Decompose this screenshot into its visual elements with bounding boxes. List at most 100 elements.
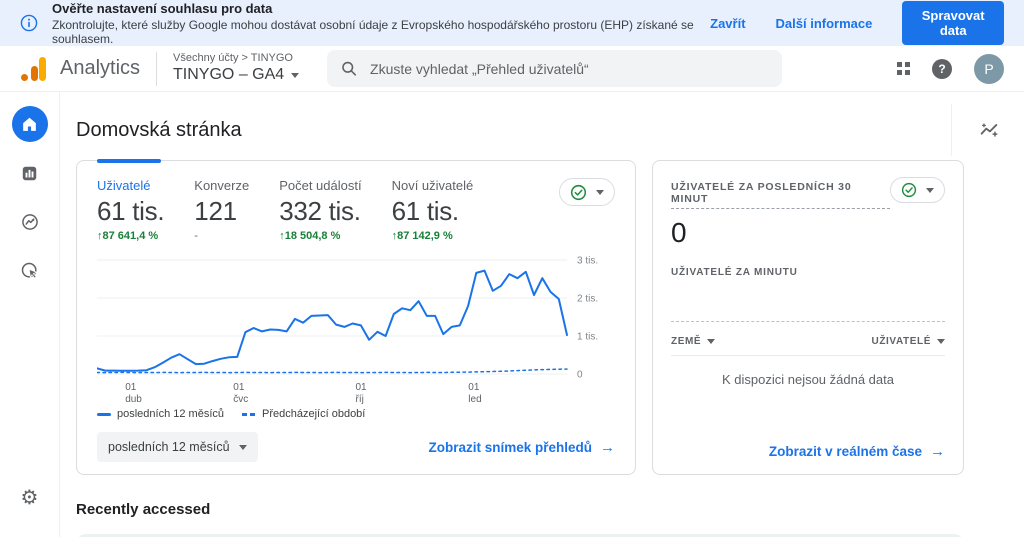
search-icon bbox=[342, 61, 357, 76]
chevron-down-icon bbox=[291, 72, 300, 78]
country-column-header[interactable]: ZEMĚ bbox=[671, 336, 716, 347]
realtime-quality-dropdown[interactable] bbox=[890, 177, 945, 203]
users-line-chart: 3 tis. 2 tis. 1 tis. 0 01 dub 01 čvc 01 říj 01 led bbox=[97, 256, 615, 406]
search-input[interactable] bbox=[370, 60, 769, 77]
metric-value: 121 bbox=[194, 196, 237, 226]
metric-tab-new-users[interactable]: Noví uživatelé 61 tis. ↑87 142,9 % bbox=[392, 178, 474, 242]
avatar[interactable]: P bbox=[974, 53, 1004, 84]
banner-title: Ověřte nastavení souhlasu pro data bbox=[52, 0, 273, 16]
metric-tab-conversions[interactable]: Konverze 121 - bbox=[194, 178, 249, 242]
chart-legend: posledních 12 měsíců Předcházející obdob… bbox=[97, 408, 615, 420]
users-per-minute-label: UŽIVATELÉ ZA MINUTU bbox=[671, 267, 798, 278]
more-info-link[interactable]: Další informace bbox=[776, 16, 873, 31]
apps-grid-icon[interactable] bbox=[897, 62, 910, 75]
column-label: ZEMĚ bbox=[671, 336, 702, 347]
overview-card: Uživatelé 61 tis. ↑87 641,4 % Konverze 1… bbox=[76, 159, 636, 475]
svg-text:dub: dub bbox=[125, 394, 142, 405]
banner-subtitle: Zkontrolujte, které služby Google mohou … bbox=[52, 17, 694, 46]
date-range-dropdown[interactable]: posledních 12 měsíců bbox=[97, 432, 258, 462]
info-icon bbox=[20, 14, 38, 32]
metric-delta: ↑18 504,8 % bbox=[279, 230, 341, 242]
insights-sparkline-icon bbox=[980, 123, 998, 137]
home-icon bbox=[23, 117, 36, 131]
brand-name: Analytics bbox=[60, 57, 141, 79]
metric-tab-users[interactable]: Uživatelé 61 tis. ↑87 641,4 % bbox=[97, 178, 165, 242]
gear-icon[interactable]: ⚙ bbox=[21, 485, 39, 509]
realtime-user-count: 0 bbox=[671, 217, 687, 248]
analytics-logo-icon bbox=[20, 56, 50, 81]
link-label: Zobrazit snímek přehledů bbox=[428, 439, 592, 455]
metric-label: Počet událostí bbox=[279, 178, 362, 193]
chevron-down-icon bbox=[238, 444, 247, 450]
consent-banner: Ověřte nastavení souhlasu pro data Zkont… bbox=[0, 0, 1024, 46]
svg-text:3 tis.: 3 tis. bbox=[577, 256, 598, 267]
link-label: Zobrazit v reálném čase bbox=[768, 444, 922, 459]
metric-value: 61 tis. bbox=[391, 196, 460, 226]
date-range-value: posledních 12 měsíců bbox=[108, 440, 230, 454]
svg-text:01: 01 bbox=[125, 382, 137, 393]
search-bar[interactable] bbox=[327, 50, 783, 87]
help-icon[interactable]: ? bbox=[932, 58, 952, 79]
legend-item-previous: Předcházející období bbox=[242, 408, 365, 420]
status-ok-icon bbox=[901, 182, 917, 198]
svg-text:01: 01 bbox=[356, 382, 368, 393]
dismiss-banner-button[interactable]: Zavřít bbox=[710, 16, 745, 31]
svg-text:čvc: čvc bbox=[233, 394, 248, 405]
recently-accessed-title: Recently accessed bbox=[76, 501, 211, 518]
status-ok-icon bbox=[570, 184, 587, 200]
realtime-card: UŽIVATELÉ ZA POSLEDNÍCH 30 MINUT 0 UŽIVA… bbox=[652, 160, 964, 475]
legend-label: Předcházející období bbox=[262, 408, 366, 420]
svg-text:led: led bbox=[468, 394, 481, 405]
metric-value: 332 tis. bbox=[279, 196, 361, 226]
view-realtime-link[interactable]: Zobrazit v reálném čase → bbox=[769, 443, 945, 460]
sidebar-item-explore[interactable] bbox=[12, 204, 48, 240]
per-minute-sparkline bbox=[671, 280, 945, 322]
legend-label: posledních 12 měsíců bbox=[117, 408, 225, 420]
data-quality-dropdown[interactable] bbox=[559, 178, 615, 206]
svg-text:01: 01 bbox=[233, 382, 245, 393]
column-label: UŽIVATELÉ bbox=[871, 336, 931, 347]
bar-chart-icon bbox=[22, 166, 37, 180]
no-data-message: K dispozici nejsou žádná data bbox=[721, 372, 894, 387]
metric-label: Noví uživatelé bbox=[391, 178, 474, 193]
reports-snapshot-link[interactable]: Zobrazit snímek přehledů → bbox=[428, 439, 615, 456]
metric-tab-event-count[interactable]: Počet událostí 332 tis. ↑18 504,8 % bbox=[279, 178, 361, 242]
chevron-down-icon bbox=[707, 339, 716, 344]
explore-trend-icon bbox=[21, 214, 38, 230]
page-title: Domovská stránka bbox=[76, 118, 242, 141]
metric-label: Uživatelé bbox=[97, 178, 151, 193]
users-column-header[interactable]: UŽIVATELÉ bbox=[872, 336, 945, 347]
svg-text:říj: říj bbox=[356, 394, 364, 405]
metric-delta: ↑87 641,4 % bbox=[97, 230, 159, 242]
arrow-right-icon: → bbox=[930, 443, 945, 460]
svg-text:01: 01 bbox=[468, 382, 480, 393]
legend-item-current: posledních 12 měsíců bbox=[97, 408, 224, 420]
active-metric-indicator bbox=[97, 159, 161, 163]
chevron-down-icon bbox=[926, 187, 934, 193]
insights-button[interactable] bbox=[951, 104, 1024, 156]
sidebar-item-reports[interactable] bbox=[12, 155, 48, 191]
advertising-cursor-icon bbox=[21, 262, 38, 279]
account-name: TINYGO – GA4 bbox=[173, 66, 285, 84]
dashed-line-swatch bbox=[242, 412, 257, 416]
svg-text:1 tis.: 1 tis. bbox=[577, 332, 598, 343]
chevron-down-icon bbox=[596, 189, 604, 195]
sidebar-item-advertising[interactable] bbox=[12, 253, 48, 289]
solid-line-swatch bbox=[97, 412, 111, 416]
arrow-right-icon: → bbox=[600, 438, 615, 456]
metric-value: 61 tis. bbox=[97, 196, 165, 226]
manage-data-button[interactable]: Spravovat data bbox=[902, 1, 1004, 45]
breadcrumb: Všechny účty > TINYGO bbox=[173, 51, 293, 64]
realtime-title[interactable]: UŽIVATELÉ ZA POSLEDNÍCH 30 MINUT bbox=[671, 181, 890, 209]
svg-text:0: 0 bbox=[577, 370, 583, 381]
sidebar: ⚙ bbox=[0, 92, 60, 537]
metric-label: Konverze bbox=[194, 178, 250, 193]
account-switcher[interactable]: Všechny účty > TINYGO TINYGO – GA4 bbox=[173, 51, 300, 86]
main-content: Domovská stránka Uživatelé 61 tis. ↑87 6… bbox=[60, 92, 1024, 537]
app-header: Analytics Všechny účty > TINYGO TINYGO –… bbox=[0, 46, 1024, 92]
metric-delta: ↑87 142,9 % bbox=[391, 230, 453, 242]
sidebar-item-home[interactable] bbox=[11, 106, 48, 142]
svg-text:2 tis.: 2 tis. bbox=[577, 294, 598, 305]
header-divider bbox=[156, 51, 158, 86]
chevron-down-icon bbox=[937, 339, 945, 344]
